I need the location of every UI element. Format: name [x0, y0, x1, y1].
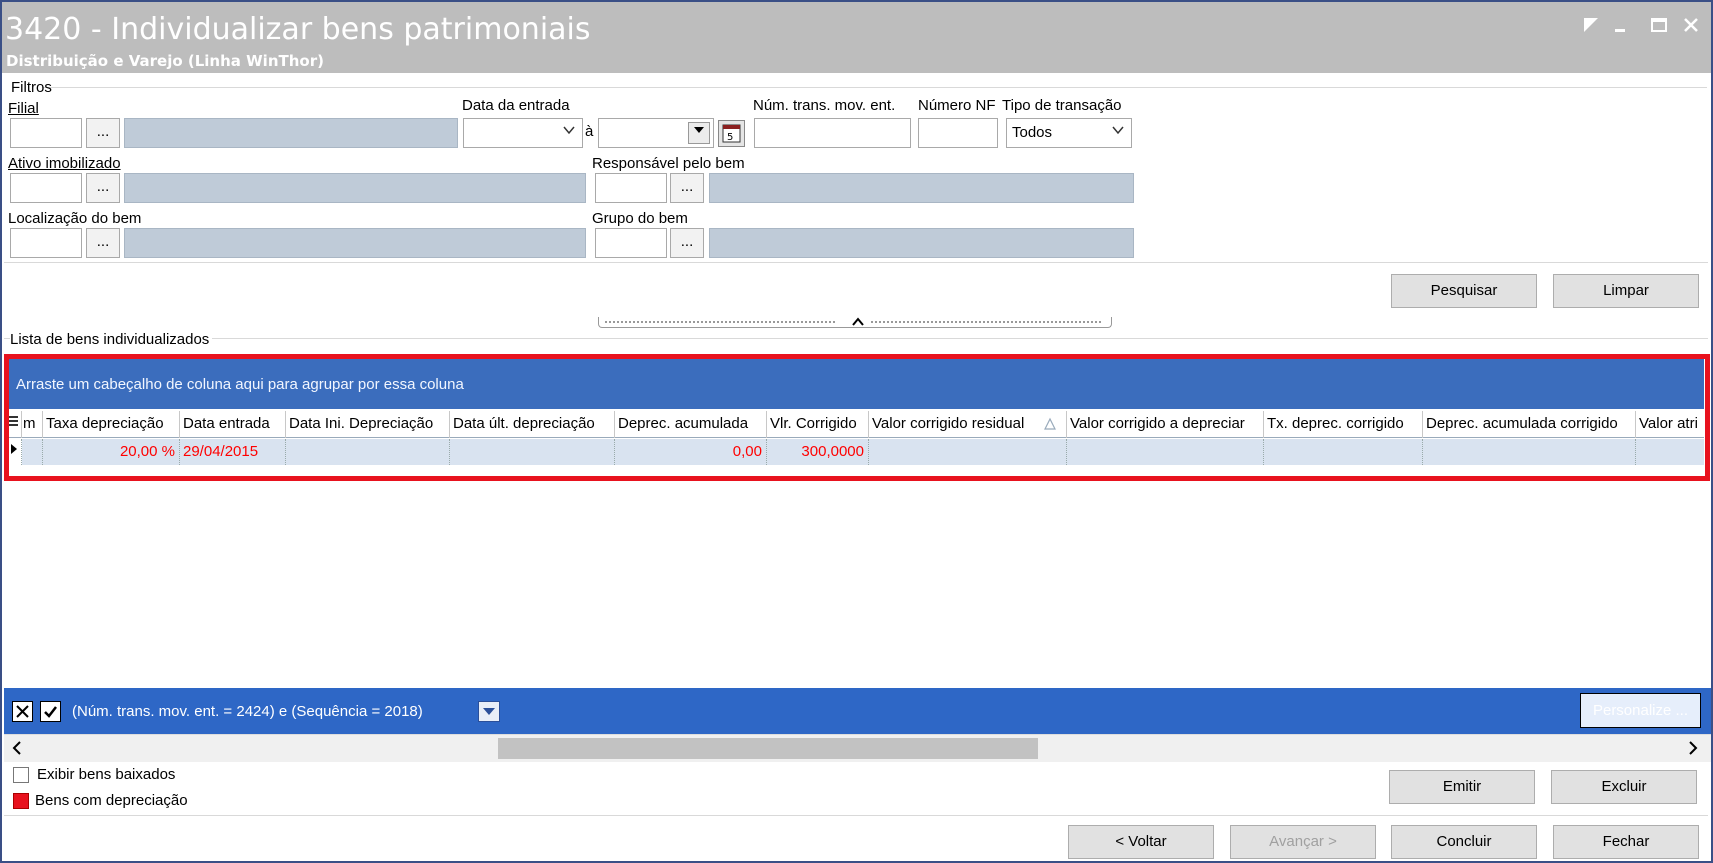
- personalize-button[interactable]: Personalize ...: [1580, 693, 1701, 728]
- list-group-label: Lista de bens individualizados: [10, 331, 213, 348]
- filters-group-label: Filtros: [11, 79, 52, 96]
- grupo-input[interactable]: [595, 228, 667, 258]
- window-title: 3420 - Individualizar bens patrimoniais: [5, 12, 591, 47]
- data-entrada-end[interactable]: [598, 118, 714, 148]
- scroll-left-icon[interactable]: [10, 740, 24, 756]
- close-icon[interactable]: [1678, 14, 1704, 40]
- restore-icon[interactable]: [1578, 14, 1604, 40]
- horizontal-scrollbar[interactable]: [4, 734, 1711, 762]
- excluir-button[interactable]: Excluir: [1551, 770, 1697, 804]
- num-trans-input[interactable]: [754, 118, 911, 148]
- window-subtitle: Distribuição e Varejo (Linha WinThor): [6, 52, 324, 70]
- ativo-search-button[interactable]: ...: [86, 173, 120, 203]
- list-divider: [4, 338, 1708, 339]
- localizacao-search-button[interactable]: ...: [86, 228, 120, 258]
- filial-input[interactable]: [10, 118, 82, 148]
- chevron-down-icon: [1111, 123, 1125, 140]
- footer-divider: [4, 815, 1708, 816]
- maximize-icon[interactable]: [1646, 14, 1672, 40]
- ativo-input[interactable]: [10, 173, 82, 203]
- numero-nf-label: Número NF: [918, 97, 996, 114]
- filial-search-button[interactable]: ...: [86, 118, 120, 148]
- chevron-up-icon[interactable]: [851, 314, 865, 326]
- filter-expression[interactable]: (Núm. trans. mov. ent. = 2424) e (Sequên…: [72, 703, 423, 720]
- grupo-label: Grupo do bem: [592, 210, 688, 227]
- chevron-down-icon: [562, 123, 576, 140]
- concluir-button[interactable]: Concluir: [1391, 825, 1537, 859]
- filter-enabled-checkbox[interactable]: [40, 701, 61, 722]
- tipo-transacao-value: Todos: [1012, 124, 1053, 141]
- splitter-handle[interactable]: [598, 317, 1112, 328]
- localizacao-label: Localização do bem: [8, 210, 142, 227]
- filial-label: Filial: [8, 100, 39, 117]
- scrollbar-thumb[interactable]: [498, 738, 1038, 759]
- ativo-description: [124, 173, 586, 203]
- voltar-button[interactable]: < Voltar: [1068, 825, 1214, 859]
- depreciation-color-swatch: [13, 793, 29, 809]
- dropdown-arrow-icon[interactable]: [688, 122, 710, 144]
- com-depreciacao-label: Bens com depreciação: [35, 792, 188, 809]
- avancar-button[interactable]: Avançar >: [1230, 825, 1376, 859]
- emitir-button[interactable]: Emitir: [1389, 770, 1535, 804]
- fechar-button[interactable]: Fechar: [1553, 825, 1699, 859]
- splitter-grip-right: [871, 321, 1101, 323]
- responsavel-input[interactable]: [595, 173, 667, 203]
- grupo-description: [709, 228, 1134, 258]
- filters-group-line: [42, 87, 1707, 88]
- filter-history-dropdown[interactable]: [478, 701, 500, 722]
- filters-divider: [4, 262, 1708, 263]
- num-trans-label: Núm. trans. mov. ent.: [753, 97, 896, 114]
- data-entrada-label: Data da entrada: [462, 97, 570, 114]
- scroll-right-icon[interactable]: [1686, 740, 1700, 756]
- pesquisar-button[interactable]: Pesquisar: [1391, 274, 1537, 308]
- responsavel-description: [709, 173, 1134, 203]
- numero-nf-input[interactable]: [918, 118, 998, 148]
- date-separator: à: [585, 123, 594, 140]
- grupo-search-button[interactable]: ...: [670, 228, 704, 258]
- clear-filter-icon[interactable]: [12, 701, 33, 722]
- responsavel-search-button[interactable]: ...: [670, 173, 704, 203]
- grid-filter-bar: (Núm. trans. mov. ent. = 2424) e (Sequên…: [4, 688, 1711, 734]
- filial-description: [124, 118, 458, 148]
- responsavel-label: Responsável pelo bem: [592, 155, 745, 172]
- splitter-grip-left: [605, 321, 835, 323]
- localizacao-input[interactable]: [10, 228, 82, 258]
- exibir-baixados-label: Exibir bens baixados: [37, 766, 176, 783]
- calendar-icon[interactable]: 5: [718, 120, 745, 147]
- svg-text:5: 5: [727, 132, 733, 143]
- ativo-label: Ativo imobilizado: [8, 155, 121, 172]
- title-bar: 3420 - Individualizar bens patrimoniais …: [2, 2, 1711, 73]
- minimize-icon[interactable]: [1608, 14, 1634, 40]
- localizacao-description: [124, 228, 586, 258]
- data-entrada-start[interactable]: [463, 118, 583, 148]
- tipo-transacao-label: Tipo de transação: [1002, 97, 1122, 114]
- exibir-baixados-checkbox[interactable]: [13, 767, 29, 783]
- tipo-transacao-select[interactable]: Todos: [1006, 118, 1132, 148]
- limpar-button[interactable]: Limpar: [1553, 274, 1699, 308]
- app-window: 3420 - Individualizar bens patrimoniais …: [0, 0, 1713, 863]
- highlight-frame: [4, 354, 1710, 481]
